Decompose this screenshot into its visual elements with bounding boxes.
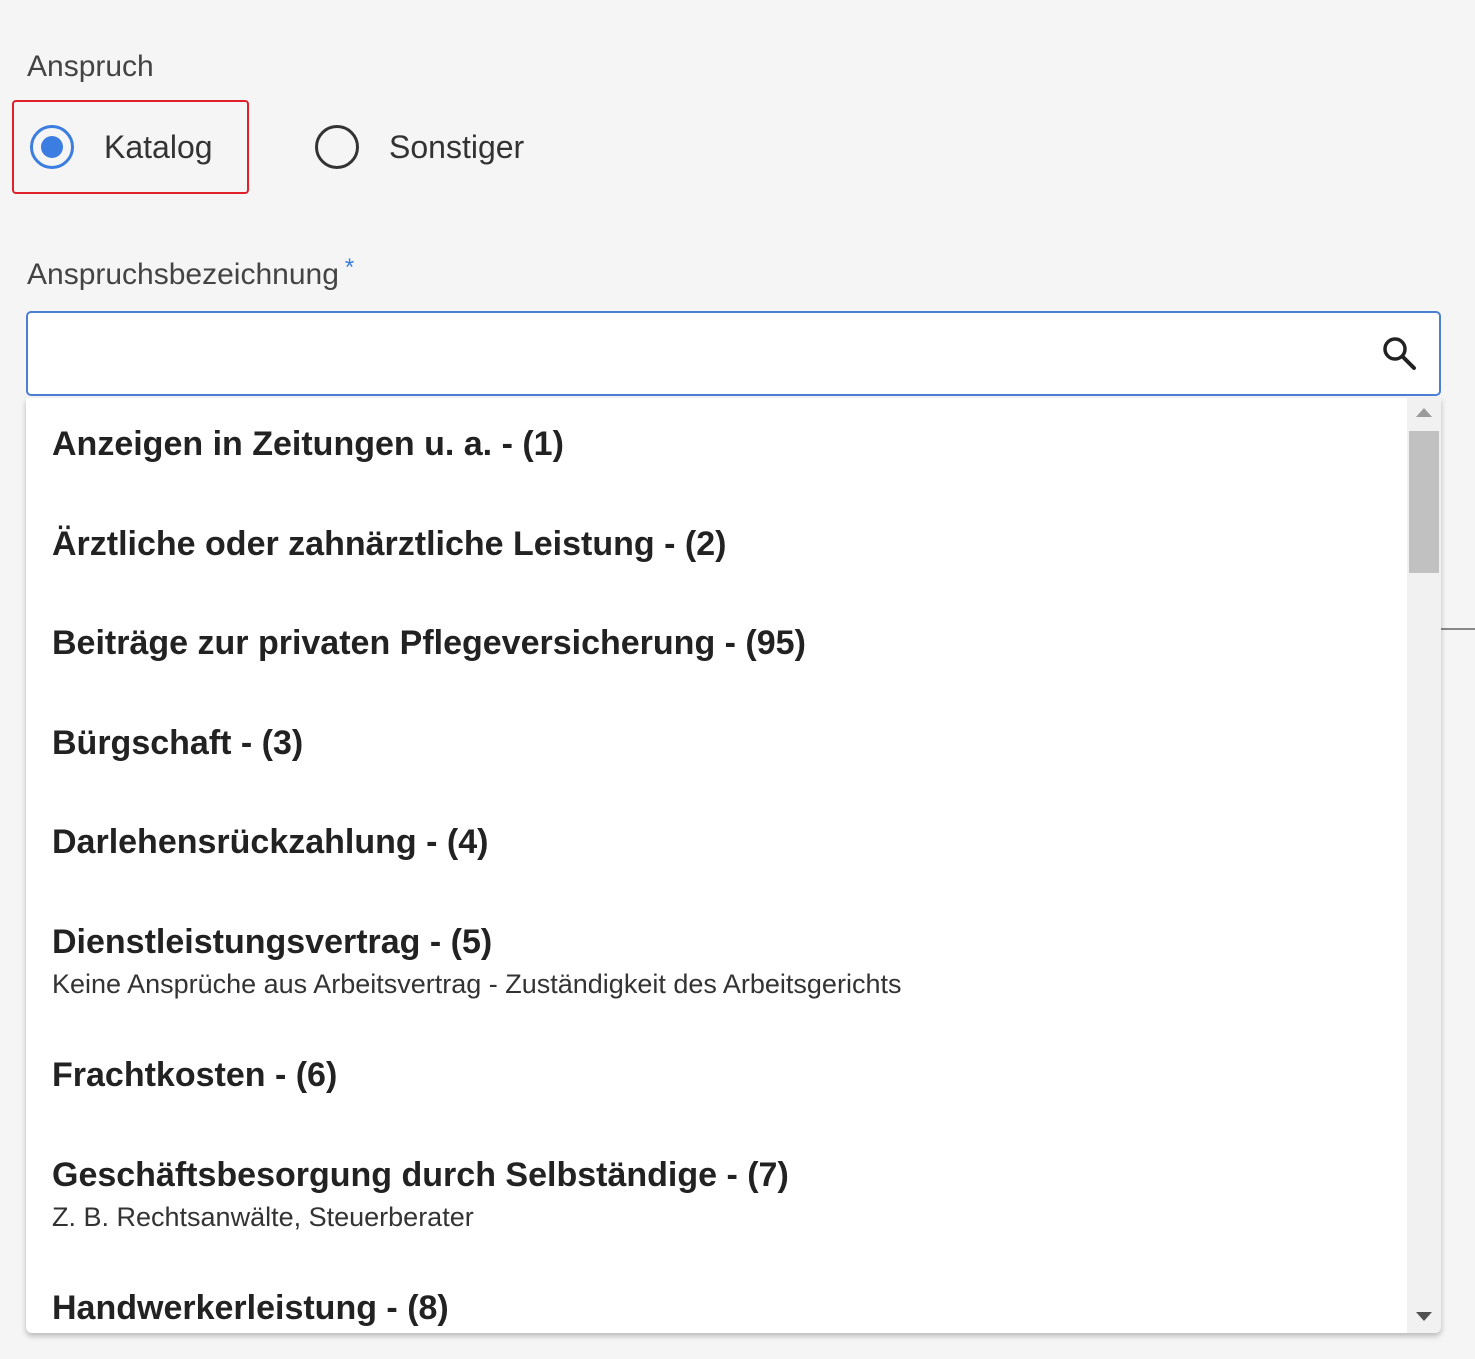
list-item-description: Keine Ansprüche aus Arbeitsvertrag - Zus… — [52, 969, 902, 999]
claim-name-search-input[interactable] — [46, 313, 1370, 396]
radio-sonstiger-label: Sonstiger — [389, 128, 525, 165]
search-icon[interactable] — [1381, 335, 1417, 371]
catalog-option-list: Anzeigen in Zeitungen u. a. - (1) Ärztli… — [26, 398, 1407, 1333]
radio-dot — [41, 136, 63, 158]
radio-sonstiger-unchecked-icon[interactable] — [315, 125, 359, 169]
scroll-down-arrow-icon[interactable] — [1416, 1312, 1432, 1321]
radio-option-sonstiger[interactable]: Sonstiger — [315, 100, 524, 194]
claim-name-label-text: Anspruchsbezeichnung — [27, 258, 339, 291]
list-item[interactable]: Bürgschaft - (3) — [52, 723, 303, 763]
background-divider — [1441, 628, 1475, 630]
radio-option-katalog[interactable]: Katalog — [12, 100, 249, 194]
list-item[interactable]: Beiträge zur privaten Pflegeversicherung… — [52, 623, 806, 663]
list-item-title: Ärztliche oder zahnärztliche Leistung - … — [52, 525, 727, 563]
claim-name-label: Anspruchsbezeichnung * — [27, 254, 354, 292]
list-item[interactable]: Dienstleistungsvertrag - (5) Keine Anspr… — [52, 922, 901, 1002]
scroll-up-arrow-icon[interactable] — [1416, 408, 1432, 417]
required-marker: * — [344, 254, 355, 281]
list-item[interactable]: Darlehensrückzahlung - (4) — [52, 822, 488, 862]
list-item-description: Z. B. Rechtsanwälte, Steuerberater — [52, 1202, 474, 1232]
list-item-title: Bürgschaft - (3) — [52, 724, 304, 762]
list-item-title: Beiträge zur privaten Pflegeversicherung… — [52, 624, 806, 662]
radio-katalog-checked-icon[interactable] — [30, 125, 74, 169]
claim-radio-group: Katalog Sonstiger — [12, 100, 524, 194]
list-item[interactable]: Handwerkerleistung - (8) — [52, 1288, 449, 1328]
list-item-title: Darlehensrückzahlung - (4) — [52, 823, 489, 861]
catalog-dropdown: Anzeigen in Zeitungen u. a. - (1) Ärztli… — [26, 398, 1441, 1333]
dropdown-scrollbar[interactable] — [1407, 398, 1441, 1333]
list-item-title: Dienstleistungsvertrag - (5) — [52, 923, 493, 961]
claim-name-search-box[interactable] — [26, 311, 1441, 396]
claim-label: Anspruch — [27, 50, 154, 83]
radio-katalog-label: Katalog — [104, 128, 213, 165]
list-item[interactable]: Ärztliche oder zahnärztliche Leistung - … — [52, 524, 726, 564]
scrollbar-thumb[interactable] — [1409, 431, 1439, 573]
list-item-title: Anzeigen in Zeitungen u. a. - (1) — [52, 425, 564, 463]
list-item[interactable]: Geschäftsbesorgung durch Selbständige - … — [52, 1155, 789, 1235]
list-item[interactable]: Frachtkosten - (6) — [52, 1055, 337, 1095]
list-item-title: Handwerkerleistung - (8) — [52, 1289, 449, 1327]
list-item-title: Frachtkosten - (6) — [52, 1056, 338, 1094]
list-item[interactable]: Anzeigen in Zeitungen u. a. - (1) — [52, 424, 564, 464]
list-item-title: Geschäftsbesorgung durch Selbständige - … — [52, 1156, 789, 1194]
